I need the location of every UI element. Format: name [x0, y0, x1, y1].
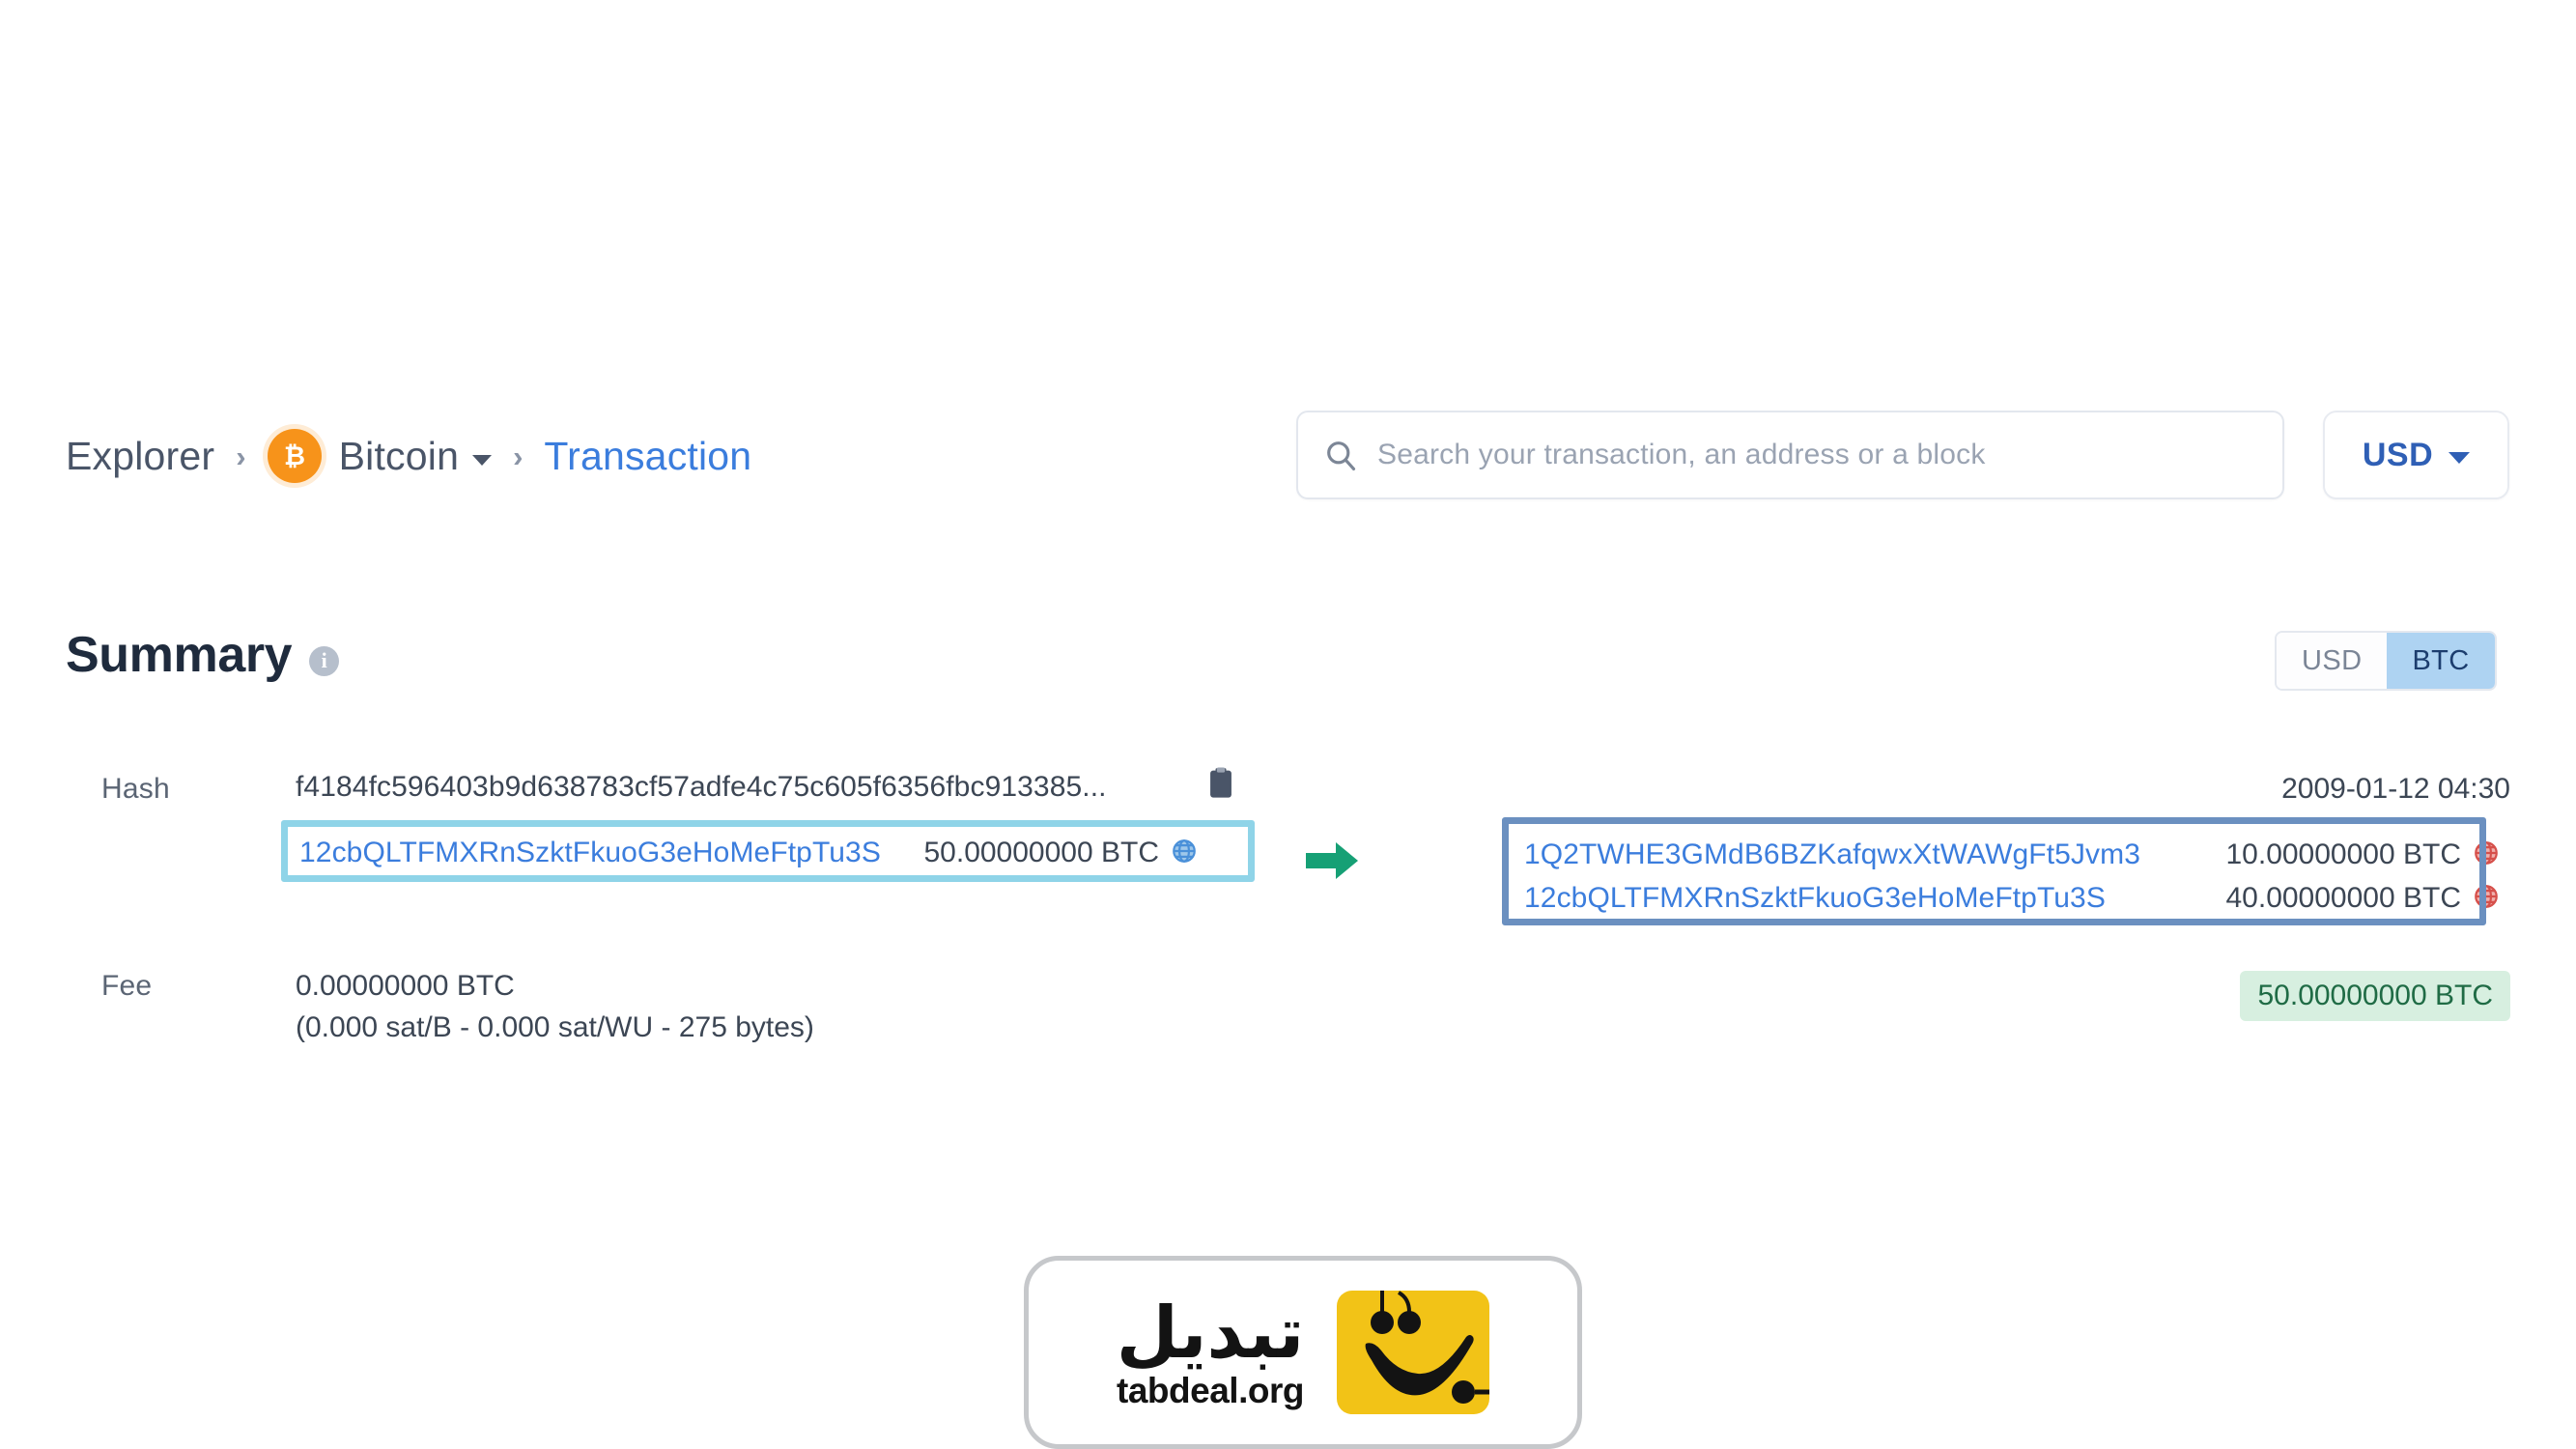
globe-icon[interactable]	[1171, 838, 1198, 869]
fee-label: Fee	[101, 970, 153, 1002]
output-address-link[interactable]: 1Q2TWHE3GMdB6BZKafqwxXtWAWgFt5Jvm3	[1524, 838, 2140, 871]
currency-selector-label: USD	[2362, 436, 2434, 473]
search-icon	[1323, 438, 1358, 472]
search-input[interactable]	[1377, 439, 2257, 471]
input-amount: 50.00000000 BTC	[923, 837, 1159, 868]
output-address-link[interactable]: 12cbQLTFMXRnSzktFkuoG3eHoMeFtpTu3S	[1524, 882, 2106, 915]
input-amount-group: 50.00000000 BTC	[923, 837, 1198, 869]
currency-selector[interactable]: USD	[2323, 411, 2509, 499]
breadcrumb-separator-2: ›	[513, 440, 524, 473]
input-row: 12cbQLTFMXRnSzktFkuoG3eHoMeFtpTu3S 50.00…	[299, 837, 1198, 869]
fee-detail: (0.000 sat/B - 0.000 sat/WU - 275 bytes)	[296, 1010, 814, 1043]
output-amount-group: 10.00000000 BTC	[2225, 838, 2500, 871]
watermark-text-fa: تبدیل	[1116, 1291, 1305, 1375]
hash-label: Hash	[101, 773, 170, 805]
search-bar[interactable]	[1296, 411, 2284, 499]
output-amount: 40.00000000 BTC	[2225, 882, 2461, 914]
breadcrumb-separator-1: ›	[236, 440, 246, 473]
fee-amount: 0.00000000 BTC	[296, 970, 515, 1002]
transaction-timestamp: 2009-01-12 04:30	[2281, 773, 2510, 805]
globe-icon[interactable]	[2473, 839, 2500, 871]
watermark-text-en: tabdeal.org	[1117, 1370, 1304, 1410]
globe-icon[interactable]	[2473, 883, 2500, 915]
summary-heading: Summary i	[66, 626, 340, 684]
chevron-down-icon	[2449, 452, 2471, 464]
breadcrumb-item-explorer[interactable]: Explorer	[66, 434, 214, 479]
bitcoin-coin-icon: ₿	[267, 429, 322, 483]
output-row: 1Q2TWHE3GMdB6BZKafqwxXtWAWgFt5Jvm3 10.00…	[1524, 838, 2500, 871]
copy-icon[interactable]	[1206, 767, 1235, 800]
input-address-link[interactable]: 12cbQLTFMXRnSzktFkuoG3eHoMeFtpTu3S	[299, 837, 881, 869]
unit-toggle-usd[interactable]: USD	[2277, 633, 2388, 689]
page-title: Summary	[66, 627, 293, 683]
tabdeal-smiley-logo	[1337, 1291, 1492, 1414]
output-row: 12cbQLTFMXRnSzktFkuoG3eHoMeFtpTu3S 40.00…	[1524, 882, 2500, 915]
breadcrumb-item-transaction[interactable]: Transaction	[544, 434, 751, 479]
hash-value: f4184fc596403b9d638783cf57adfe4c75c605f6…	[296, 771, 1107, 803]
output-amount: 10.00000000 BTC	[2225, 838, 2461, 870]
unit-toggle[interactable]: USD BTC	[2275, 631, 2497, 691]
breadcrumb-item-bitcoin[interactable]: Bitcoin	[339, 434, 459, 479]
chevron-down-icon[interactable]	[472, 454, 493, 466]
fee-value-group: 0.00000000 BTC (0.000 sat/B - 0.000 sat/…	[296, 966, 814, 1048]
total-amount-badge: 50.00000000 BTC	[2240, 971, 2510, 1021]
watermark-logo: تبدیل tabdeal.org	[1024, 1256, 1582, 1449]
svg-text:₿: ₿	[284, 441, 305, 471]
breadcrumb: Explorer › ₿ Bitcoin › Transaction	[66, 429, 751, 483]
unit-toggle-btc[interactable]: BTC	[2387, 633, 2495, 689]
output-amount-group: 40.00000000 BTC	[2225, 882, 2500, 915]
arrow-right-icon	[1304, 838, 1360, 883]
info-icon[interactable]: i	[309, 645, 340, 676]
watermark-text: تبدیل tabdeal.org	[1117, 1297, 1305, 1408]
transaction-explorer-page: Explorer › ₿ Bitcoin › Transaction USD	[0, 0, 2576, 1449]
